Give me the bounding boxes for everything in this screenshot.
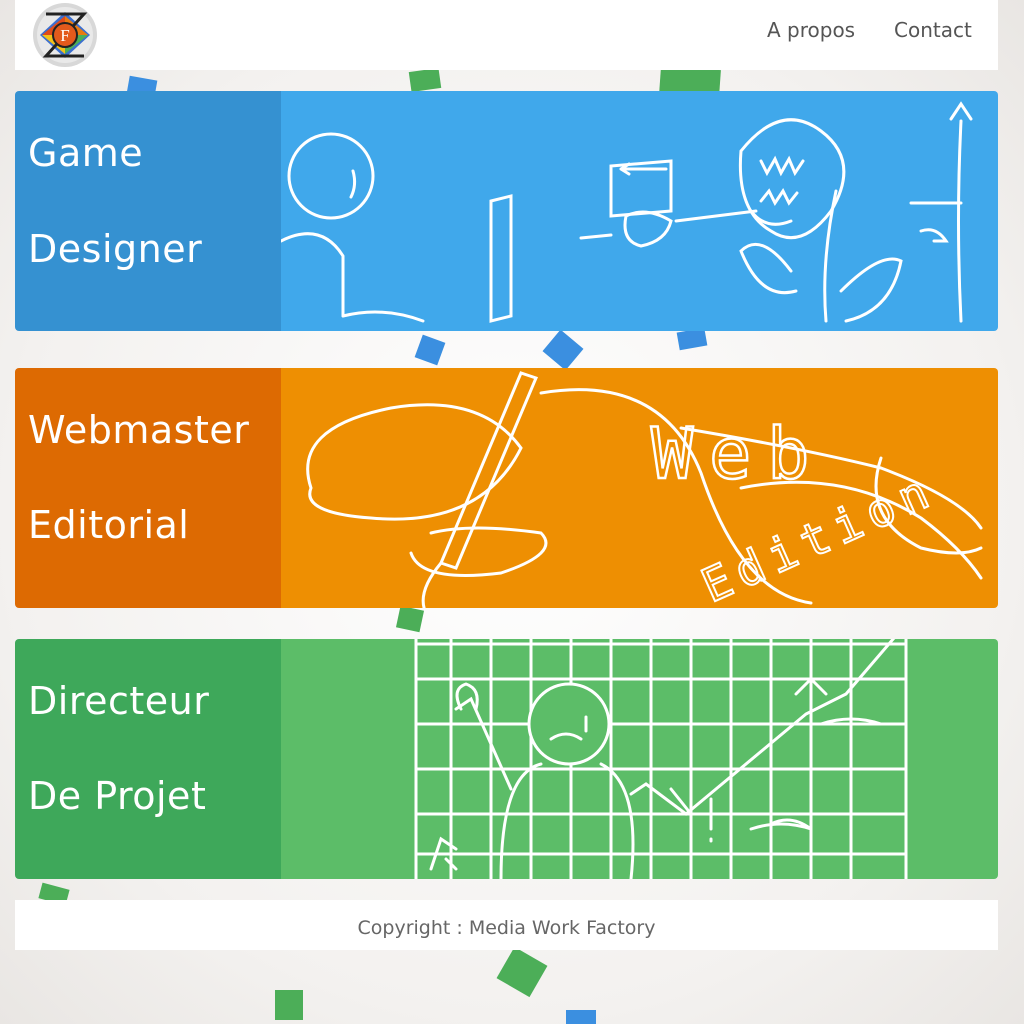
webmaster-illustration: Web Edition	[281, 368, 998, 608]
panel-label-block: Webmaster Editorial	[15, 368, 281, 608]
nav-link-a-propos[interactable]: A propos	[767, 18, 855, 42]
sketch-drawing-icon	[414, 639, 908, 879]
confetti-square	[275, 990, 303, 1020]
confetti-square	[542, 329, 584, 371]
panel-directeur-de-projet[interactable]: Directeur De Projet	[15, 639, 998, 879]
panel-title-line: De Projet	[28, 774, 207, 818]
sketch-drawing-icon: Web Edition	[306, 371, 983, 608]
panel-title-line: Game	[28, 131, 144, 175]
panel-game-designer[interactable]: Game Designer	[15, 91, 998, 331]
top-navbar: F A propos Contact	[15, 0, 998, 70]
panel-title-line: Webmaster	[28, 408, 250, 452]
confetti-square	[566, 1010, 596, 1024]
panel-label-block: Game Designer	[15, 91, 281, 331]
page-footer: Copyright : Media Work Factory	[15, 900, 998, 950]
panel-title-line: Directeur	[28, 679, 210, 723]
confetti-square	[408, 68, 442, 92]
svg-text:Web: Web	[651, 413, 825, 495]
panel-webmaster-editorial[interactable]: Webmaster Editorial Web Edition	[15, 368, 998, 608]
panel-title-line: Designer	[28, 227, 203, 271]
site-logo[interactable]: F	[32, 2, 98, 68]
confetti-square	[395, 605, 425, 633]
project-director-illustration	[281, 639, 998, 879]
game-designer-illustration	[281, 91, 998, 331]
confetti-square	[496, 946, 548, 998]
panel-label-block: Directeur De Projet	[15, 639, 281, 879]
confetti-square	[414, 334, 446, 366]
panel-title-line: Editorial	[28, 503, 190, 547]
confetti-square	[676, 327, 708, 351]
nav-link-contact[interactable]: Contact	[894, 18, 972, 42]
logo-emblem-icon: F	[33, 3, 97, 67]
copyright-text: Copyright : Media Work Factory	[357, 917, 656, 939]
sketch-drawing-icon	[281, 101, 973, 323]
svg-text:F: F	[60, 26, 69, 45]
